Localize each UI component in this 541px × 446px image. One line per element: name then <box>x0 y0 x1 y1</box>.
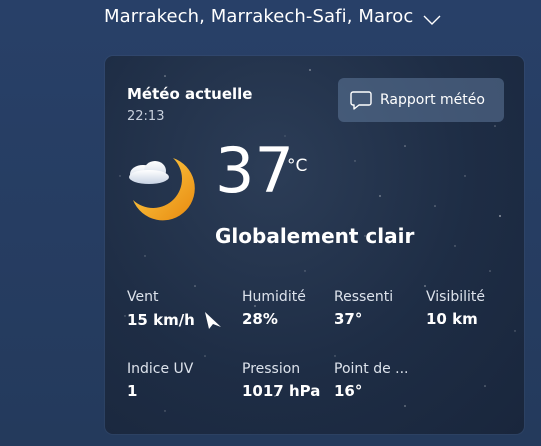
stat-humidity: Humidité 28% <box>242 289 306 328</box>
observation-time: 22:13 <box>127 109 165 124</box>
chevron-down-icon[interactable] <box>423 11 441 25</box>
wind-direction-icon <box>203 310 223 330</box>
stat-value: 1017 hPa <box>242 382 321 400</box>
stat-label: Humidité <box>242 289 306 305</box>
stat-label: Visibilité <box>426 289 486 305</box>
stat-label: Ressenti <box>334 289 394 305</box>
weather-panel: Marrakech, Marrakech-Safi, Maroc Météo a… <box>0 0 541 446</box>
stat-pressure: Pression 1017 hPa <box>242 361 320 400</box>
weather-report-button[interactable]: Rapport météo <box>338 78 504 122</box>
stat-value-row: 15 km/h <box>127 310 223 330</box>
cloud-moon-icon <box>121 150 207 228</box>
stat-visibility: Visibilité 10 km <box>426 289 485 328</box>
location-selector[interactable]: Marrakech, Marrakech-Safi, Maroc <box>104 6 441 27</box>
stat-value: 1 <box>127 382 138 400</box>
temperature-unit: °C <box>287 156 308 176</box>
temperature-value: 37 <box>215 134 294 207</box>
location-name: Marrakech, Marrakech-Safi, Maroc <box>104 6 414 27</box>
current-weather-card: Météo actuelle 22:13 Rapport météo 37 °C… <box>105 56 524 434</box>
stat-value: 28% <box>242 310 278 328</box>
stat-dew-point: Point de ... 16° <box>334 361 409 400</box>
stat-value: 37° <box>334 310 363 328</box>
stat-value: 16° <box>334 382 363 400</box>
stat-uv-index: Indice UV 1 <box>127 361 193 400</box>
stat-label: Point de ... <box>334 361 409 377</box>
stat-label: Vent <box>127 289 159 305</box>
stat-label: Pression <box>242 361 301 377</box>
weather-condition: Globalement clair <box>215 224 415 248</box>
stat-value: 15 km/h <box>127 311 195 329</box>
stat-feels-like: Ressenti 37° <box>334 289 393 328</box>
stat-wind: Vent 15 km/h <box>127 289 223 330</box>
stat-value: 10 km <box>426 310 478 328</box>
weather-report-label: Rapport météo <box>380 92 485 108</box>
stat-label: Indice UV <box>127 361 194 377</box>
message-icon <box>350 90 372 110</box>
card-title: Météo actuelle <box>127 85 253 103</box>
